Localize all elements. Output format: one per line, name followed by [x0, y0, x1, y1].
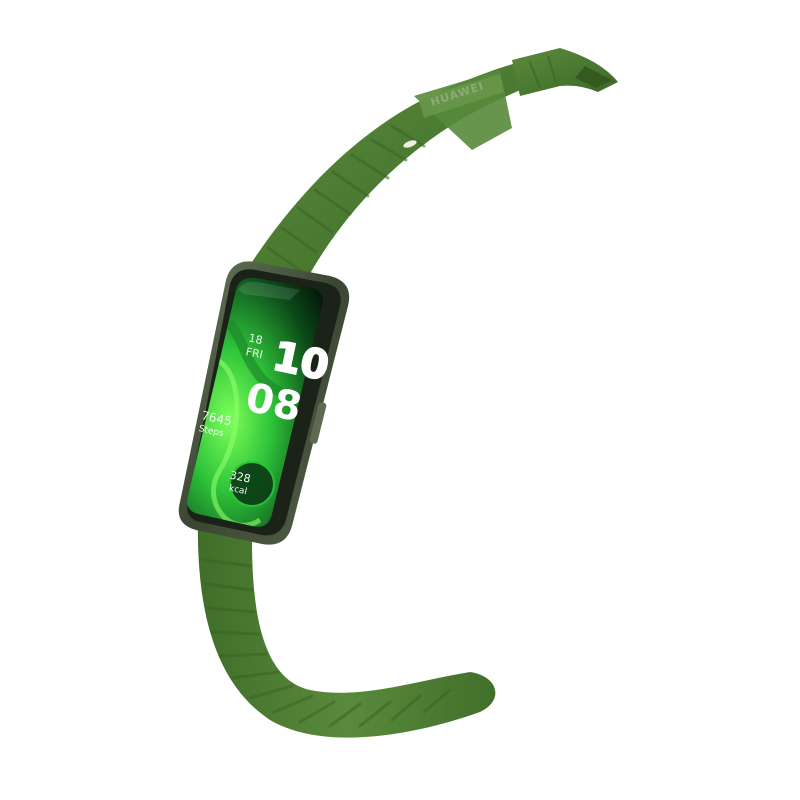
- smart-band-product-photo: HUAWEI 18 FRI 10 08 7645 Steps 328 kcal: [178, 48, 618, 738]
- watch-body: 18 FRI 10 08 7645 Steps 328 kcal: [178, 261, 350, 545]
- strap-tip: [512, 48, 618, 96]
- calorie-ring: [229, 461, 275, 507]
- lower-strap: [197, 512, 496, 738]
